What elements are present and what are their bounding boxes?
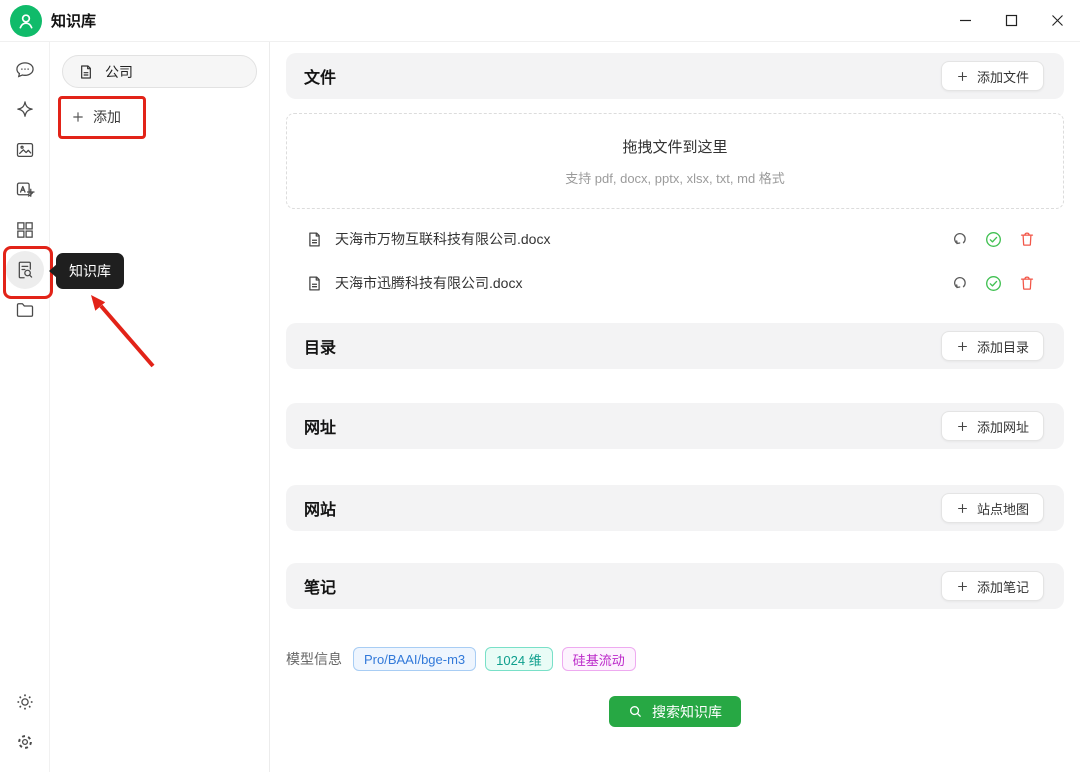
search-row: 搜索知识库 xyxy=(286,696,1064,727)
maximize-button[interactable] xyxy=(988,0,1034,41)
provider-tag: 硅基流动 xyxy=(562,647,636,671)
sidebar-item-settings[interactable] xyxy=(5,722,45,762)
sidebar-item-knowledge-base[interactable] xyxy=(5,250,45,290)
delete-icon[interactable] xyxy=(1018,230,1036,248)
folder-icon xyxy=(14,299,36,321)
file-name: 天海市万物互联科技有限公司.docx xyxy=(335,229,550,249)
sidebar-item-chat[interactable] xyxy=(5,50,45,90)
add-directory-label: 添加目录 xyxy=(977,337,1029,356)
close-button[interactable] xyxy=(1034,0,1080,41)
file-row: 天海市迅腾科技有限公司.docx xyxy=(286,261,1064,305)
sidebar-rail xyxy=(0,42,50,772)
theme-sun-icon xyxy=(14,691,36,713)
knowledge-base-icon xyxy=(14,259,36,281)
library-item-label: 公司 xyxy=(105,62,133,82)
titlebar: 知识库 xyxy=(0,0,1080,42)
window-controls xyxy=(942,0,1080,41)
section-website-title: 网站 xyxy=(304,496,336,520)
file-actions xyxy=(951,230,1036,249)
app-body: 公司 添加 文件 添加文件 拖拽文 xyxy=(0,42,1080,772)
section-url: 网址 添加网址 xyxy=(286,403,1064,449)
dropzone-subtitle: 支持 pdf, docx, pptx, xlsx, txt, md 格式 xyxy=(565,168,785,187)
active-item-background xyxy=(6,251,44,289)
person-icon xyxy=(16,11,36,31)
maximize-icon xyxy=(1005,14,1018,27)
plus-icon xyxy=(956,420,969,433)
dimension-tag: 1024 维 xyxy=(485,647,553,671)
settings-gear-icon xyxy=(14,731,36,753)
library-panel: 公司 添加 xyxy=(50,42,270,772)
translate-icon xyxy=(14,179,36,201)
page-title: 知识库 xyxy=(51,10,96,31)
section-files: 文件 添加文件 xyxy=(286,53,1064,99)
section-url-title: 网址 xyxy=(304,414,336,438)
model-info-label: 模型信息 xyxy=(286,649,342,669)
file-dropzone[interactable]: 拖拽文件到这里 支持 pdf, docx, pptx, xlsx, txt, m… xyxy=(286,113,1064,209)
plus-icon xyxy=(956,502,969,515)
add-file-button[interactable]: 添加文件 xyxy=(941,61,1044,91)
document-icon xyxy=(78,64,94,80)
file-actions xyxy=(951,274,1036,293)
add-library-button[interactable]: 添加 xyxy=(62,101,257,133)
delete-icon[interactable] xyxy=(1018,274,1036,292)
refresh-icon[interactable] xyxy=(951,274,969,292)
section-directory-title: 目录 xyxy=(304,334,336,358)
search-button-label: 搜索知识库 xyxy=(652,702,722,722)
section-notes-title: 笔记 xyxy=(304,574,336,598)
section-notes: 笔记 添加笔记 xyxy=(286,563,1064,609)
add-file-label: 添加文件 xyxy=(977,67,1029,86)
avatar[interactable] xyxy=(10,5,42,37)
chat-icon xyxy=(14,59,36,81)
sidebar-item-assistant[interactable] xyxy=(5,90,45,130)
plus-icon xyxy=(956,580,969,593)
file-list: 天海市万物互联科技有限公司.docx xyxy=(286,217,1064,305)
minimize-button[interactable] xyxy=(942,0,988,41)
add-library-label: 添加 xyxy=(93,107,121,127)
sparkle-icon xyxy=(14,99,36,121)
image-icon xyxy=(14,139,36,161)
plus-icon xyxy=(956,70,969,83)
file-row: 天海市万物互联科技有限公司.docx xyxy=(286,217,1064,261)
search-icon xyxy=(628,704,643,719)
tooltip-caret xyxy=(49,264,57,278)
model-info-row: 模型信息 Pro/BAAI/bge-m3 1024 维 硅基流动 xyxy=(286,647,1064,671)
add-url-button[interactable]: 添加网址 xyxy=(941,411,1044,441)
sitemap-label: 站点地图 xyxy=(977,499,1029,518)
section-directory: 目录 添加目录 xyxy=(286,323,1064,369)
section-files-title: 文件 xyxy=(304,64,336,88)
sidebar-item-images[interactable] xyxy=(5,130,45,170)
refresh-icon[interactable] xyxy=(951,230,969,248)
tooltip-label: 知识库 xyxy=(69,263,111,279)
knowledge-base-tooltip: 知识库 xyxy=(56,253,124,289)
search-knowledge-base-button[interactable]: 搜索知识库 xyxy=(609,696,741,727)
section-website: 网站 站点地图 xyxy=(286,485,1064,531)
file-name: 天海市迅腾科技有限公司.docx xyxy=(335,273,522,293)
add-note-label: 添加笔记 xyxy=(977,577,1029,596)
sitemap-button[interactable]: 站点地图 xyxy=(941,493,1044,523)
minimize-icon xyxy=(959,14,972,27)
sidebar-item-apps[interactable] xyxy=(5,210,45,250)
sidebar-item-files[interactable] xyxy=(5,290,45,330)
document-icon xyxy=(306,231,323,248)
plus-icon xyxy=(956,340,969,353)
add-directory-button[interactable]: 添加目录 xyxy=(941,331,1044,361)
add-note-button[interactable]: 添加笔记 xyxy=(941,571,1044,601)
close-icon xyxy=(1051,14,1064,27)
check-circle-icon[interactable] xyxy=(984,274,1003,293)
document-icon xyxy=(306,275,323,292)
main-content: 文件 添加文件 拖拽文件到这里 支持 pdf, docx, pptx, xlsx… xyxy=(270,42,1080,772)
sidebar-item-theme[interactable] xyxy=(5,682,45,722)
dropzone-title: 拖拽文件到这里 xyxy=(622,136,727,157)
library-item-company[interactable]: 公司 xyxy=(62,55,257,88)
app-window: 知识库 xyxy=(0,0,1080,772)
plus-icon xyxy=(71,110,85,124)
sidebar-item-translate[interactable] xyxy=(5,170,45,210)
add-url-label: 添加网址 xyxy=(977,417,1029,436)
model-tag: Pro/BAAI/bge-m3 xyxy=(353,647,476,671)
check-circle-icon[interactable] xyxy=(984,230,1003,249)
grid-icon xyxy=(14,219,36,241)
